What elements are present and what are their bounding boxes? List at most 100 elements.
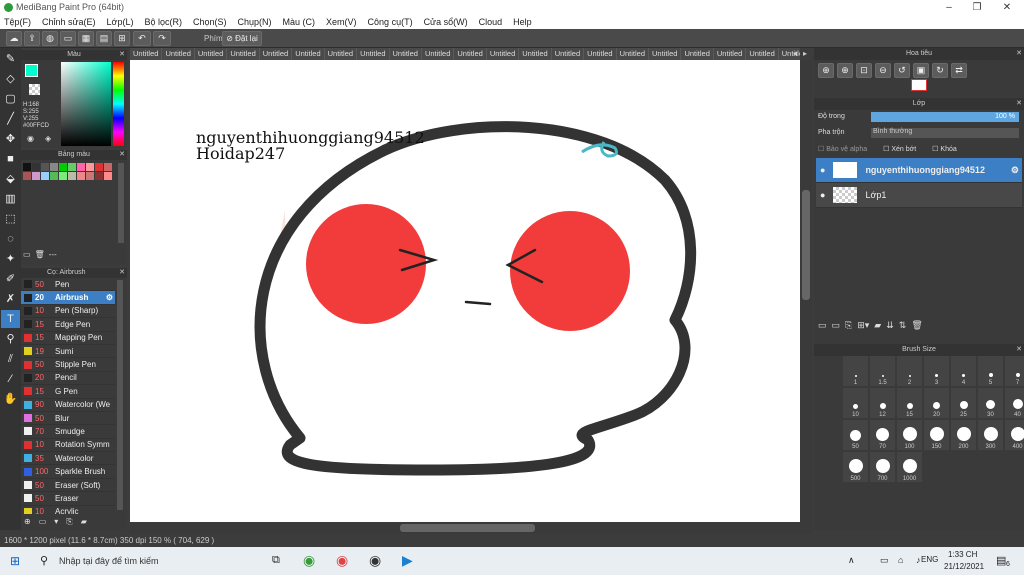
brush-size-cell[interactable]: 40 — [1005, 388, 1024, 418]
document-tab[interactable]: Untitled — [681, 48, 714, 60]
hue-slider[interactable] — [113, 62, 124, 146]
app-icon-green[interactable]: ◉ — [303, 552, 315, 569]
palette-swatch[interactable] — [41, 163, 49, 171]
duplicate-layer-icon[interactable]: ⎘ — [845, 320, 852, 331]
palette-swatch[interactable] — [50, 172, 58, 180]
lasso-tool-icon[interactable]: ◌ — [1, 230, 20, 248]
color-options-icon[interactable]: ◈ — [45, 134, 51, 143]
grid-alt-icon[interactable]: ⊞ — [114, 31, 130, 46]
move-tool-icon[interactable]: ✥ — [1, 130, 20, 148]
select-eraser-tool-icon[interactable]: ✗ — [1, 290, 20, 308]
brush-dropdown-icon[interactable]: ▾ — [54, 517, 58, 527]
tab-scroll-right-icon[interactable]: ▸ — [803, 49, 807, 58]
palette-add-icon[interactable]: ▭ — [23, 250, 31, 259]
search-icon[interactable]: ⚲ — [40, 554, 48, 567]
brush-size-cell[interactable]: 3 — [924, 356, 949, 386]
maximize-button[interactable]: ❐ — [962, 0, 992, 15]
brush-item[interactable]: 50 Blur — [21, 412, 115, 426]
document-tab[interactable]: Untitled — [227, 48, 260, 60]
palette-swatch[interactable] — [104, 163, 112, 171]
brush-size-cell[interactable]: 1000 — [897, 452, 922, 482]
close-button[interactable]: ✕ — [992, 0, 1022, 15]
operation-tool-icon[interactable]: ⚲ — [1, 330, 20, 348]
document-tab[interactable]: Untitled — [617, 48, 649, 60]
color-mode-icon[interactable]: ◉ — [27, 134, 34, 143]
brush-item[interactable]: 15 Mapping Pen — [21, 332, 115, 345]
brush-size-cell[interactable]: 1 — [843, 356, 868, 386]
brush-size-cell[interactable]: 5 — [978, 356, 1003, 386]
new-layer-alt-icon[interactable]: ▭ — [832, 320, 841, 331]
magic-wand-tool-icon[interactable]: ✦ — [1, 250, 20, 268]
document-tab[interactable]: Untitled — [649, 48, 682, 60]
hscroll-thumb[interactable] — [400, 524, 535, 532]
select-pen-tool-icon[interactable]: ✐ — [1, 270, 20, 288]
notification-icon[interactable]: ▤ — [996, 554, 1006, 567]
hand-tool-icon[interactable]: ✋ — [1, 390, 20, 408]
document-tab[interactable]: Untitled — [195, 48, 228, 60]
artwork[interactable]: nguyenthihuonggiang94512 Hoidap247 — [130, 60, 800, 522]
close-icon[interactable]: ✕ — [1016, 98, 1022, 110]
panel-icon[interactable]: ▤ — [96, 31, 112, 46]
menu-tools[interactable]: Công cụ(T) — [368, 17, 413, 27]
document-tab[interactable]: Untitled — [454, 48, 487, 60]
zoom-in-icon[interactable]: ⊕ — [818, 63, 834, 78]
menu-window[interactable]: Cửa sổ(W) — [424, 17, 468, 27]
palette-swatch[interactable] — [95, 172, 103, 180]
fill-tool-icon[interactable]: ⬙ — [1, 170, 20, 188]
undo-icon[interactable]: ↶ — [133, 31, 151, 46]
brush-size-cell[interactable]: 10 — [843, 388, 868, 418]
palette-swatch[interactable] — [32, 163, 40, 171]
brush-size-cell[interactable]: 4 — [951, 356, 976, 386]
close-icon[interactable]: ✕ — [119, 150, 125, 160]
palette-delete-icon[interactable]: 🗑 — [35, 250, 45, 259]
brush-item[interactable]: 70 Smudge — [21, 425, 115, 439]
rotate-left-icon[interactable]: ↺ — [894, 63, 910, 78]
brush-item[interactable]: 10 Pen (Sharp) — [21, 305, 115, 319]
document-tab[interactable]: Untitled — [552, 48, 585, 60]
folder-icon[interactable]: ▰ — [874, 320, 881, 331]
menu-view[interactable]: Xem(V) — [326, 17, 357, 27]
tray-expand-icon[interactable]: ∧ — [848, 555, 855, 566]
eraser-tool-icon[interactable]: ◇ — [1, 70, 20, 88]
palette-swatch[interactable] — [41, 172, 49, 180]
saturation-value-picker[interactable] — [61, 62, 111, 146]
brush-item[interactable]: 19 Sumi — [21, 345, 115, 359]
palette-swatch[interactable] — [23, 172, 31, 180]
brush-item[interactable]: 50 Eraser (Soft) — [21, 479, 115, 493]
palette-swatch[interactable] — [95, 163, 103, 171]
menu-file[interactable]: Tệp(F) — [4, 17, 31, 27]
task-view-icon[interactable]: ⧉ — [272, 554, 280, 567]
zoom-out-icon[interactable]: ⊖ — [875, 63, 891, 78]
document-tab[interactable]: Untitled — [746, 48, 779, 60]
brush-size-cell[interactable]: 200 — [951, 420, 976, 450]
brush-size-cell[interactable]: 50 — [843, 420, 868, 450]
brush-item[interactable]: 10 Acrylic — [21, 506, 115, 514]
menu-capture[interactable]: Chụp(N) — [238, 17, 272, 27]
opacity-slider[interactable]: 100 % — [871, 112, 1019, 122]
layer-settings-icon[interactable]: ⚙ — [1011, 165, 1019, 176]
brush-size-cell[interactable]: 300 — [978, 420, 1003, 450]
brush-item[interactable]: 90 Watercolor (We — [21, 399, 115, 412]
line-tool-icon[interactable]: ╱ — [1, 110, 20, 128]
transparent-swatch[interactable] — [29, 84, 40, 95]
brush-size-cell[interactable]: 30 — [978, 388, 1003, 418]
obs-icon[interactable]: ◉ — [369, 552, 381, 569]
comment-icon[interactable]: ◍ — [42, 31, 58, 46]
layer-row[interactable]: ● Lớp1 — [816, 183, 1022, 208]
redo-icon[interactable]: ↷ — [153, 31, 171, 46]
palette-swatch[interactable] — [77, 172, 85, 180]
document-tab[interactable]: Untitled — [584, 48, 617, 60]
document-tab[interactable]: Untitled — [422, 48, 455, 60]
brush-item[interactable]: 35 Watercolor — [21, 452, 115, 466]
brush-size-cell[interactable]: 12 — [870, 388, 895, 418]
brush-item[interactable]: 20 Airbrush ⚙ — [21, 291, 115, 305]
close-icon[interactable]: ✕ — [119, 268, 125, 278]
shape-tool-icon[interactable]: ■ — [1, 150, 20, 168]
rotate-right-icon[interactable]: ↻ — [932, 63, 948, 78]
canvas[interactable]: nguyenthihuonggiang94512 Hoidap247 — [130, 60, 800, 522]
brush-scrollbar[interactable] — [117, 280, 123, 510]
zoom-in-alt-icon[interactable]: ⊕ — [837, 63, 853, 78]
clipping-checkbox[interactable]: ☐ Xén bớt — [883, 145, 916, 153]
cloud-icon[interactable]: ☁ — [6, 31, 22, 46]
taskbar-search-input[interactable]: Nhập tại đây để tìm kiếm — [59, 556, 159, 566]
